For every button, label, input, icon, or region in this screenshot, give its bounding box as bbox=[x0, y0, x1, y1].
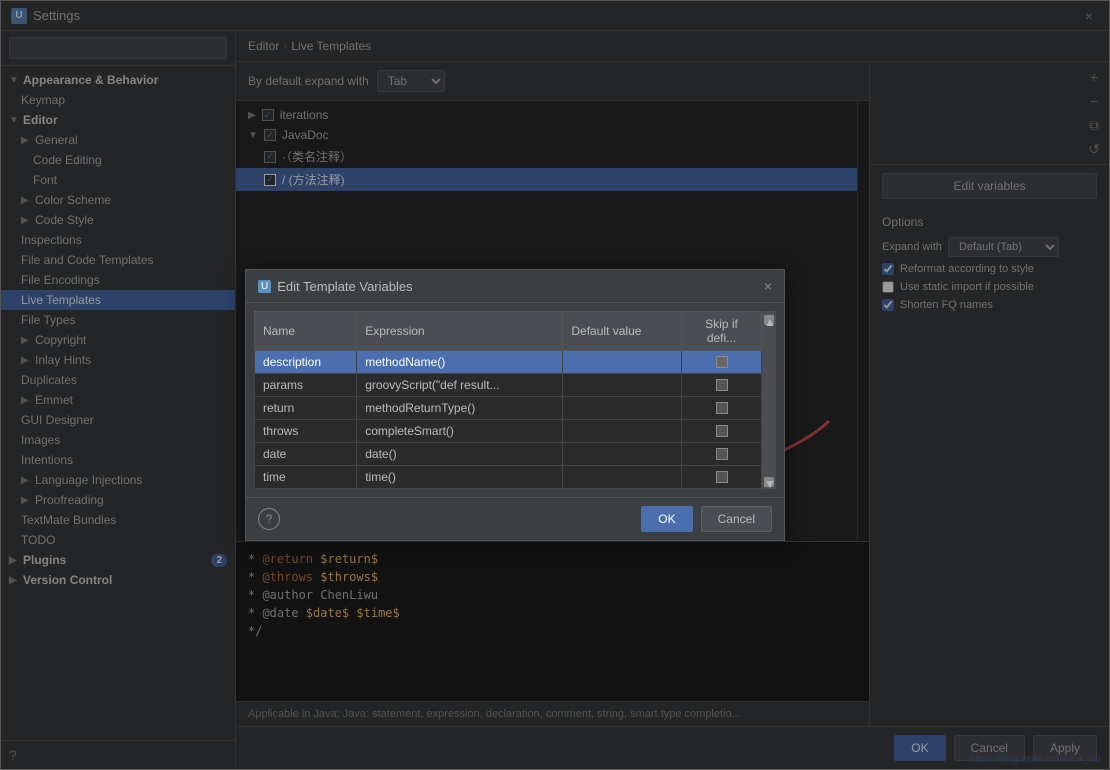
variables-table: Name Expression Default value Skip if de… bbox=[254, 311, 762, 489]
dialog-body: Name Expression Default value Skip if de… bbox=[246, 303, 784, 497]
dialog-title-bar: U Edit Template Variables × bbox=[246, 270, 784, 303]
var-expression: groovyScript("def result... bbox=[357, 374, 563, 397]
dialog-title: U Edit Template Variables bbox=[258, 279, 413, 294]
table-row[interactable]: throws completeSmart() bbox=[255, 420, 762, 443]
var-default bbox=[563, 397, 682, 420]
col-skip: Skip if defi... bbox=[682, 312, 762, 351]
table-row[interactable]: return methodReturnType() bbox=[255, 397, 762, 420]
var-skip[interactable] bbox=[682, 420, 762, 443]
dialog-action-buttons: OK Cancel bbox=[641, 506, 772, 532]
var-expression: methodName() bbox=[357, 351, 563, 374]
var-default bbox=[563, 466, 682, 489]
col-default-value: Default value bbox=[563, 312, 682, 351]
dialog-footer: ? OK Cancel bbox=[246, 497, 784, 540]
var-expression: methodReturnType() bbox=[357, 397, 563, 420]
var-skip[interactable] bbox=[682, 397, 762, 420]
dialog-close-button[interactable]: × bbox=[764, 278, 772, 294]
table-row[interactable]: date date() bbox=[255, 443, 762, 466]
col-name: Name bbox=[255, 312, 357, 351]
table-row[interactable]: params groovyScript("def result... bbox=[255, 374, 762, 397]
dialog-help-button[interactable]: ? bbox=[258, 508, 280, 530]
table-row[interactable]: description methodName() bbox=[255, 351, 762, 374]
var-skip[interactable] bbox=[682, 443, 762, 466]
var-name: description bbox=[255, 351, 357, 374]
dialog-cancel-button[interactable]: Cancel bbox=[701, 506, 772, 532]
var-expression: time() bbox=[357, 466, 563, 489]
var-skip[interactable] bbox=[682, 466, 762, 489]
scroll-thumb-up[interactable]: ▲ bbox=[764, 315, 774, 325]
var-default bbox=[563, 374, 682, 397]
var-name: time bbox=[255, 466, 357, 489]
scroll-thumb-down[interactable]: ▼ bbox=[764, 477, 774, 487]
col-expression: Expression bbox=[357, 312, 563, 351]
var-default bbox=[563, 351, 682, 374]
var-default bbox=[563, 420, 682, 443]
dialog-ok-button[interactable]: OK bbox=[641, 506, 692, 532]
skip-checkbox[interactable] bbox=[716, 448, 728, 460]
var-expression: completeSmart() bbox=[357, 420, 563, 443]
skip-checkbox[interactable] bbox=[716, 425, 728, 437]
skip-checkbox[interactable] bbox=[716, 402, 728, 414]
var-skip[interactable] bbox=[682, 351, 762, 374]
var-skip[interactable] bbox=[682, 374, 762, 397]
skip-checkbox[interactable] bbox=[716, 379, 728, 391]
dialog-icon: U bbox=[258, 280, 271, 293]
skip-checkbox[interactable] bbox=[716, 471, 728, 483]
skip-checkbox[interactable] bbox=[716, 356, 728, 368]
var-name: throws bbox=[255, 420, 357, 443]
var-name: date bbox=[255, 443, 357, 466]
dialog-overlay: U Edit Template Variables × Name Express… bbox=[1, 1, 1109, 769]
var-name: params bbox=[255, 374, 357, 397]
var-expression: date() bbox=[357, 443, 563, 466]
var-default bbox=[563, 443, 682, 466]
edit-template-variables-dialog: U Edit Template Variables × Name Express… bbox=[245, 269, 785, 541]
table-row[interactable]: time time() bbox=[255, 466, 762, 489]
dialog-title-text: Edit Template Variables bbox=[277, 279, 412, 294]
var-name: return bbox=[255, 397, 357, 420]
